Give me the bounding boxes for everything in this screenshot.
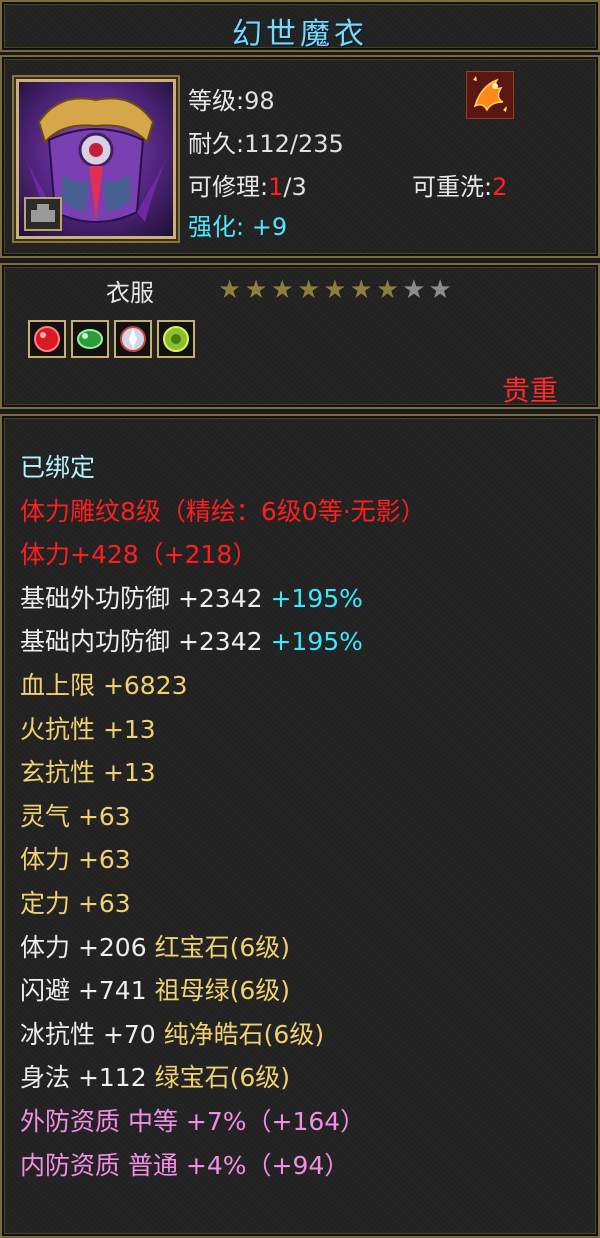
gem-slot-1[interactable] <box>28 320 66 358</box>
rewash-label: 可重洗: <box>412 173 493 201</box>
attribute-text: 闪避 +741 <box>20 976 155 1006</box>
emerald-gem-icon <box>77 329 103 349</box>
attribute-text: 冰抗性 +70 <box>20 1019 164 1049</box>
rewash-value: 2 <box>492 173 508 201</box>
attribute-line: 体力+428（+218） <box>20 533 426 577</box>
attribute-text: 血上限 +6823 <box>20 670 188 700</box>
pure-crystal-gem-icon <box>120 326 146 352</box>
enhance-value: +9 <box>251 213 288 241</box>
gem-slots <box>28 320 195 358</box>
attribute-line: 火抗性 +13 <box>20 708 426 752</box>
repair-current: 1 <box>268 173 284 201</box>
item-type-panel: 衣服 ★ ★ ★ ★ ★ ★ ★ ★ ★ 贵重 <box>0 263 600 409</box>
attribute-panel: 已绑定体力雕纹8级（精绘：6级0等·无影） 体力+428（+218） 基础外功防御 … <box>0 414 600 1238</box>
gem-slot-3[interactable] <box>114 320 152 358</box>
gem-slot-4[interactable] <box>157 320 195 358</box>
attribute-line: 冰抗性 +70 纯净皓石(6级) <box>20 1013 426 1057</box>
attribute-text: 灵气 +63 <box>20 801 131 831</box>
attribute-line: 体力 +206 红宝石(6级) <box>20 926 426 970</box>
rewash-row: 可重洗:2 <box>412 167 507 202</box>
attribute-line: 灵气 +63 <box>20 795 426 839</box>
attribute-text: 绿宝石(6级) <box>154 1063 290 1093</box>
star-filled-icon: ★ <box>244 275 268 305</box>
attribute-line: 基础内功防御 +2342 +195% <box>20 620 426 664</box>
star-empty-icon: ★ <box>402 275 426 305</box>
attribute-line: 外防资质 中等 +7%（+164） <box>20 1100 426 1144</box>
attribute-line: 体力雕纹8级（精绘：6级0等·无影） <box>20 490 426 534</box>
item-type-label: 衣服 <box>106 279 154 307</box>
star-filled-icon: ★ <box>218 275 242 305</box>
attribute-line: 玄抗性 +13 <box>20 751 426 795</box>
attribute-text: 祖母绿(6级) <box>154 976 290 1006</box>
repair-row: 可修理:1/3 <box>188 167 307 202</box>
attribute-text: 基础外功防御 +2342 <box>20 583 271 613</box>
star-rating: ★ ★ ★ ★ ★ ★ ★ ★ ★ <box>218 277 452 303</box>
star-filled-icon: ★ <box>349 275 373 305</box>
item-name-title: 幻世魔衣 <box>232 17 368 52</box>
level-row: 等级:98 <box>188 81 275 116</box>
attribute-text: 玄抗性 +13 <box>20 758 156 788</box>
repair-max: /3 <box>283 173 307 201</box>
attribute-text: 红宝石(6级) <box>154 932 290 962</box>
attribute-text: 体力 +63 <box>20 845 131 875</box>
title-bar: 幻世魔衣 <box>0 0 600 52</box>
attribute-line: 基础外功防御 +2342 +195% <box>20 577 426 621</box>
attribute-text: +195% <box>270 583 363 613</box>
attribute-list: 已绑定体力雕纹8级（精绘：6级0等·无影） 体力+428（+218） 基础外功防御 … <box>20 446 426 1187</box>
star-filled-icon: ★ <box>296 275 321 305</box>
durability-row: 耐久:112/235 <box>188 124 344 159</box>
level-label: 等级: <box>188 87 245 115</box>
attribute-text: +195% <box>270 627 363 657</box>
ruby-gem-icon <box>34 326 60 352</box>
attribute-line: 闪避 +741 祖母绿(6级) <box>20 969 426 1013</box>
rarity-label: 贵重 <box>501 374 558 407</box>
attribute-text: 内防资质 普通 +4%（+94） <box>20 1150 350 1180</box>
attribute-text: 火抗性 +13 <box>20 714 156 744</box>
attribute-line: 身法 +112 绿宝石(6级) <box>20 1056 426 1100</box>
star-filled-icon: ★ <box>323 275 347 305</box>
durability-label: 耐久: <box>188 130 245 158</box>
durability-value: 112/235 <box>244 130 344 158</box>
attribute-line: 血上限 +6823 <box>20 664 426 708</box>
attribute-text: 基础内功防御 +2342 <box>20 627 271 657</box>
gem-slot-2[interactable] <box>71 320 109 358</box>
enhance-label: 强化: <box>188 213 252 241</box>
attribute-text: 纯净皓石(6级) <box>163 1019 325 1049</box>
star-filled-icon: ★ <box>375 275 400 305</box>
item-portrait-icon[interactable] <box>16 79 176 239</box>
star-filled-icon: ★ <box>270 275 294 305</box>
attribute-line: 内防资质 普通 +4%（+94） <box>20 1144 426 1188</box>
attribute-text: 定力 +63 <box>20 888 131 918</box>
attribute-text: 外防资质 中等 +7%（+164） <box>20 1106 366 1136</box>
green-gem-icon <box>163 326 189 352</box>
attribute-text: 体力 +206 <box>20 932 155 962</box>
item-header-panel: 等级:98 耐久:112/235 可修理:1/3 可重洗:2 强化: +9 <box>0 55 600 258</box>
phoenix-badge-icon[interactable] <box>466 71 514 119</box>
repair-label: 可修理: <box>188 173 269 201</box>
attribute-text: 体力+428（+218） <box>20 540 258 570</box>
star-empty-icon: ★ <box>428 275 452 305</box>
attribute-text: 已绑定 <box>20 453 96 482</box>
attribute-text: 体力雕纹8级（精绘：6级0等·无影） <box>20 496 426 526</box>
attribute-text: 身法 +112 <box>20 1063 155 1093</box>
enhance-row: 强化: +9 <box>188 207 287 242</box>
level-value: 98 <box>244 87 275 115</box>
attribute-line: 已绑定 <box>20 446 426 490</box>
attribute-line: 定力 +63 <box>20 882 426 926</box>
attribute-line: 体力 +63 <box>20 838 426 882</box>
